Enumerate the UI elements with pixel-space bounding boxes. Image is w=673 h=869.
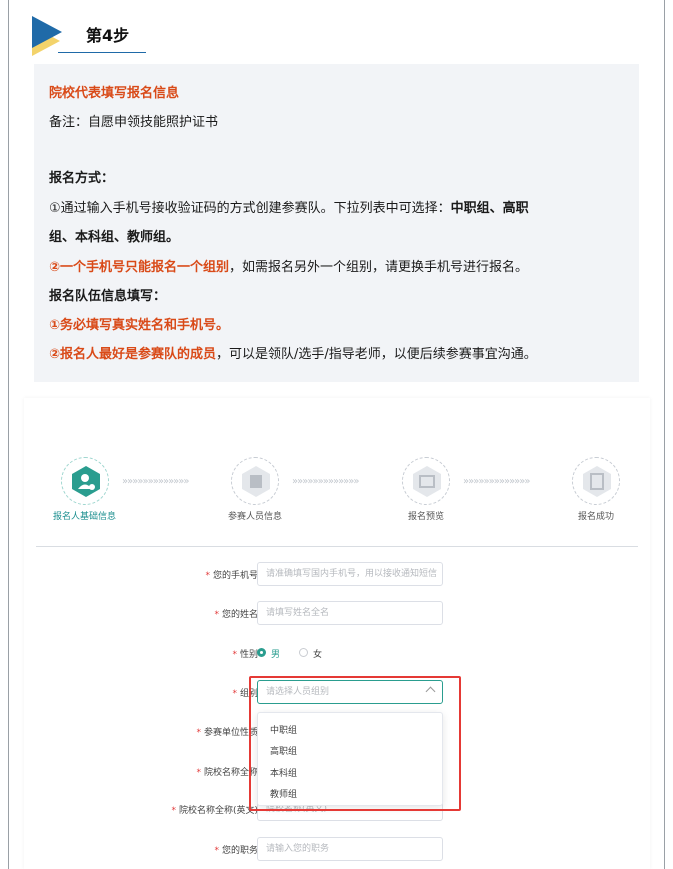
name-input[interactable]: 请填写姓名全名: [257, 601, 443, 625]
gender-label-text: 性别: [239, 650, 258, 660]
step-title: 第4步: [86, 26, 130, 45]
position-input[interactable]: 请输入您的职务: [257, 837, 443, 861]
school-en-label: * 院校名称全称(英文): [171, 806, 258, 816]
dropdown-highlight-box: [249, 676, 461, 811]
info-panel: 院校代表填写报名信息 备注：自愿申领技能照护证书 报名方式： ①通过输入手机号接…: [34, 64, 639, 382]
gender-female-label[interactable]: 女: [313, 647, 322, 660]
progress-divider: [36, 546, 638, 547]
progress-chevrons-2: »»»»»»»»»»»»»: [292, 476, 360, 487]
team-line-1-num: ①: [49, 318, 61, 333]
preview-icon: [413, 466, 441, 497]
step-label-basic-info: 报名人基础信息: [53, 512, 117, 522]
position-label-text: 您的职务: [221, 846, 258, 856]
method-line-1-text: ①通过输入手机号接收验证码的方式创建参赛队。下拉列表中可选择：: [49, 201, 451, 216]
method-title: 报名方式：: [49, 171, 115, 186]
name-label: * 您的姓名: [214, 610, 258, 620]
success-icon: [583, 466, 611, 497]
step-flag-icon: [32, 16, 62, 56]
gender-label: * 性别: [232, 650, 258, 660]
method-line-1-groups: 中职组、高职: [450, 201, 529, 216]
team-line-2-text: ，可以是领队/选手/指导老师，以便后续参赛事宜沟通。: [216, 347, 537, 362]
step-node-success: [572, 457, 620, 505]
method-line-3-text: ，如需报名另外一个组别，请更换手机号进行报名。: [229, 260, 529, 275]
team-line-2-rule: 报名人最好是参赛队的成员: [60, 347, 217, 362]
info-note: 备注：自愿申领技能照护证书: [49, 115, 219, 130]
step-label-preview: 报名预览: [408, 512, 445, 522]
team-line-2: ②报名人最好是参赛队的成员，可以是领队/选手/指导老师，以便后续参赛事宜沟通。: [49, 346, 537, 364]
phone-label: * 您的手机号: [205, 571, 258, 581]
team-line-1: ①务必填写真实姓名和手机号。: [49, 317, 229, 335]
info-heading: 院校代表填写报名信息: [49, 86, 180, 101]
team-line-1-text: 务必填写真实姓名和手机号。: [60, 318, 230, 333]
method-line-3-rule: 一个手机号只能报名一个组别: [60, 260, 230, 275]
position-label: * 您的职务: [214, 846, 258, 856]
participants-icon: [242, 466, 270, 497]
phone-input[interactable]: 请准确填写国内手机号，用以接收通知短信: [257, 562, 443, 586]
gender-male-radio[interactable]: [257, 648, 266, 657]
method-line-3: ②一个手机号只能报名一个组别，如需报名另外一个组别，请更换手机号进行报名。: [49, 259, 528, 277]
method-line-2: 组、本科组、教师组。: [49, 230, 180, 245]
phone-label-text: 您的手机号: [212, 571, 258, 581]
step-label-success: 报名成功: [578, 512, 615, 522]
gender-female-radio[interactable]: [299, 648, 308, 657]
user-add-icon: [72, 466, 100, 497]
step-node-participants: [231, 457, 279, 505]
step-node-basic-info: [61, 457, 109, 505]
name-label-text: 您的姓名: [221, 610, 258, 620]
progress-chevrons-3: »»»»»»»»»»»»»: [463, 476, 531, 487]
page-border-left: [8, 0, 9, 869]
step-label-participants: 参赛人员信息: [228, 512, 283, 522]
school-en-label-text: 院校名称全称(英文): [178, 806, 258, 816]
page-border-right: [664, 0, 665, 869]
progress-chevrons-1: »»»»»»»»»»»»»: [122, 476, 190, 487]
team-title: 报名队伍信息填写：: [49, 289, 167, 304]
method-line-3-num: ②: [49, 260, 61, 275]
step-underline: [58, 52, 146, 53]
team-line-2-num: ②: [49, 347, 61, 362]
step-node-preview: [402, 457, 450, 505]
method-line-1: ①通过输入手机号接收验证码的方式创建参赛队。下拉列表中可选择：中职组、高职: [49, 200, 529, 218]
gender-male-label[interactable]: 男: [271, 647, 280, 660]
